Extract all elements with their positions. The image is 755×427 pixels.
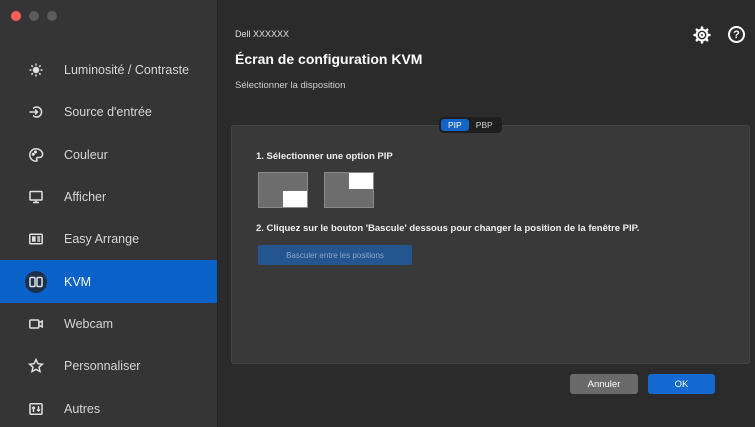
sidebar-item-label: Luminosité / Contraste: [64, 63, 190, 78]
input-source-icon: [26, 102, 46, 122]
pip-option-top-right[interactable]: [324, 172, 374, 208]
sidebar-item-display[interactable]: Afficher: [0, 176, 217, 218]
sidebar-item-webcam[interactable]: Webcam: [0, 303, 217, 345]
webcam-icon: [26, 314, 46, 334]
sidebar-item-kvm[interactable]: KVM: [0, 260, 217, 303]
tab-pip[interactable]: PIP: [441, 119, 469, 131]
color-palette-icon: [26, 145, 46, 165]
gear-icon[interactable]: [693, 26, 711, 44]
others-icon: [26, 399, 46, 419]
sidebar-item-label: KVM: [64, 274, 92, 289]
layout-tabs: PIP PBP: [439, 117, 502, 133]
toggle-positions-button[interactable]: Basculer entre les positions: [258, 245, 412, 265]
sidebar-item-label: Personnaliser: [64, 359, 141, 374]
brightness-icon: [26, 60, 46, 80]
sidebar-item-label: Couleur: [64, 147, 108, 162]
sidebar-item-brightness[interactable]: Luminosité / Contraste: [0, 49, 217, 91]
sidebar-item-personalize[interactable]: Personnaliser: [0, 345, 217, 387]
window-controls: [11, 11, 57, 21]
pip-window-preview: [283, 191, 307, 207]
cancel-button[interactable]: Annuler: [570, 374, 638, 394]
sidebar-item-label: Afficher: [64, 190, 107, 205]
pip-window-preview: [349, 173, 373, 189]
kvm-icon: [25, 270, 47, 293]
zoom-window-button[interactable]: [47, 11, 57, 21]
step1-heading: 1. Sélectionner une option PIP: [256, 151, 393, 162]
sidebar-item-label: Source d'entrée: [64, 105, 152, 120]
sidebar-item-label: Autres: [64, 401, 101, 416]
close-window-button[interactable]: [11, 11, 21, 21]
sidebar-item-label: Webcam: [64, 316, 114, 331]
device-name: Dell XXXXXX: [235, 29, 290, 39]
sidebar: Luminosité / Contraste Source d'entrée C…: [0, 0, 218, 427]
step2-heading: 2. Cliquez sur le bouton 'Bascule' desso…: [256, 223, 640, 234]
monitor-icon: [26, 187, 46, 207]
sidebar-item-input-source[interactable]: Source d'entrée: [0, 91, 217, 133]
star-icon: [26, 356, 46, 376]
sidebar-item-label: Easy Arrange: [64, 232, 140, 247]
pip-option-bottom-right[interactable]: [258, 172, 308, 208]
sidebar-nav: Luminosité / Contraste Source d'entrée C…: [0, 49, 217, 427]
page-title: Écran de configuration KVM: [235, 51, 423, 67]
sidebar-item-others[interactable]: Autres: [0, 387, 217, 427]
help-icon[interactable]: ?: [728, 26, 745, 43]
ok-button[interactable]: OK: [648, 374, 715, 394]
easy-arrange-icon: [26, 229, 46, 249]
main-content: Dell XXXXXX Écran de configuration KVM S…: [218, 0, 755, 427]
tab-pbp[interactable]: PBP: [469, 119, 500, 131]
sidebar-item-color[interactable]: Couleur: [0, 134, 217, 176]
page-subtitle: Sélectionner la disposition: [235, 80, 346, 91]
sidebar-item-easy-arrange[interactable]: Easy Arrange: [0, 218, 217, 260]
minimize-window-button[interactable]: [29, 11, 39, 21]
